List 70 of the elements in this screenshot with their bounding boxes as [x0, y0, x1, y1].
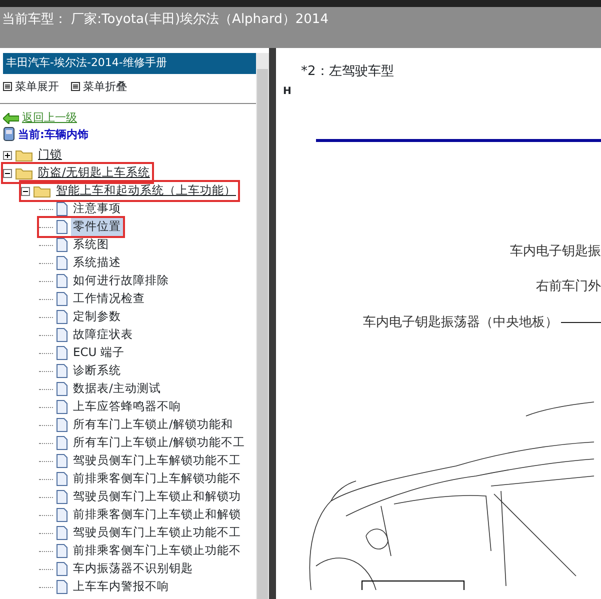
document-icon — [56, 364, 68, 378]
document-icon — [56, 544, 68, 558]
tree-item[interactable]: 定制参数 — [71, 308, 123, 326]
collapse-icon[interactable] — [21, 186, 30, 196]
tree-item[interactable]: 零件位置 — [71, 218, 123, 236]
tree-item[interactable]: 上车车内警报不响 — [71, 578, 171, 596]
folder-icon — [33, 184, 51, 198]
menu-icon — [3, 82, 12, 92]
tree-item[interactable]: ECU 端子 — [71, 344, 126, 362]
document-icon — [56, 472, 68, 486]
tree-item[interactable]: 数据表/主动测试 — [71, 380, 163, 398]
collapse-icon[interactable] — [3, 168, 12, 178]
manual-title: 丰田汽车-埃尔法-2014-维修手册 — [3, 53, 259, 74]
document-icon — [56, 238, 68, 252]
tree-item[interactable]: 驾驶员侧车门上车解锁功能不工 — [71, 452, 243, 470]
document-icon — [56, 562, 68, 576]
folder-icon — [15, 166, 33, 180]
tree-item[interactable]: 前排乘客侧车门上车锁止和解锁 — [71, 506, 243, 524]
back-link[interactable]: 返回上一级 — [22, 110, 77, 126]
tree-item[interactable]: 工作情况检查 — [71, 290, 147, 308]
tree-folder[interactable]: 防盗/无钥匙上车系统 — [36, 164, 152, 182]
document-icon — [56, 256, 68, 270]
document-icon — [56, 526, 68, 540]
document-icon — [56, 202, 68, 216]
document-icon — [56, 508, 68, 522]
tree-item[interactable]: 如何进行故障排除 — [71, 272, 171, 290]
tree-item[interactable]: 驾驶员侧车门上车锁止和解锁功 — [71, 488, 243, 506]
folder-icon — [15, 148, 33, 162]
document-icon — [56, 382, 68, 396]
tree-item[interactable]: 系统描述 — [71, 254, 123, 272]
callout-label: 车内电子钥匙振 — [510, 242, 601, 260]
expand-icon[interactable] — [3, 150, 12, 160]
document-icon — [56, 310, 68, 324]
left-arrow-icon — [3, 112, 19, 124]
tree-item[interactable]: 系统图 — [71, 236, 111, 254]
tree-folder[interactable]: 智能上车和起动系统（上车功能） — [54, 182, 238, 200]
document-icon — [56, 220, 68, 234]
tree-item[interactable]: 诊断系统 — [71, 362, 123, 380]
document-icon — [56, 580, 68, 594]
tree-item[interactable]: 车内振荡器不识别钥匙 — [71, 560, 195, 578]
scrollbar[interactable] — [256, 53, 269, 599]
tree-item[interactable]: 注意事项 — [71, 200, 123, 218]
page-marker: H — [282, 84, 292, 98]
document-icon — [56, 418, 68, 432]
document-icon — [56, 454, 68, 468]
menu-action[interactable]: 菜单展开 — [15, 78, 59, 95]
tree-folder[interactable]: 门锁 — [36, 146, 64, 164]
document-icon — [56, 346, 68, 360]
computer-icon — [3, 127, 15, 142]
tree-item[interactable]: 上车应答蜂鸣器不响 — [71, 398, 183, 416]
document-icon — [56, 400, 68, 414]
leader-line — [561, 322, 601, 323]
menu-action[interactable]: 菜单折叠 — [83, 78, 127, 95]
document-icon — [56, 292, 68, 306]
document-icon — [56, 328, 68, 342]
menu-icon — [71, 82, 80, 92]
document-icon — [56, 436, 68, 450]
tree-item[interactable]: 故障症状表 — [71, 326, 135, 344]
callout-label: 右前车门外 — [536, 278, 601, 296]
figure-caption: *2：左驾驶车型 — [300, 63, 395, 81]
document-icon — [56, 274, 68, 288]
current-section: 当前:车辆内饰 — [18, 126, 88, 143]
tree-item[interactable]: 前排乘客侧车门上车解锁功能不 — [71, 470, 243, 488]
tree-item[interactable]: 所有车门上车锁止/解锁功能不工 — [71, 434, 247, 452]
document-icon — [56, 490, 68, 504]
callout-label: 车内电子钥匙振荡器（中央地板） — [363, 314, 558, 332]
vehicle-title: 当前车型： 厂家:Toyota(丰田)埃尔法（Alphard）2014 — [1, 11, 328, 29]
tree-item[interactable]: 所有车门上车锁止/解锁功能和 — [71, 416, 235, 434]
tree-item[interactable]: 驾驶员侧车门上车锁止功能不工 — [71, 524, 243, 542]
tree-item[interactable]: 前排乘客侧车门上车锁止功能不 — [71, 542, 243, 560]
